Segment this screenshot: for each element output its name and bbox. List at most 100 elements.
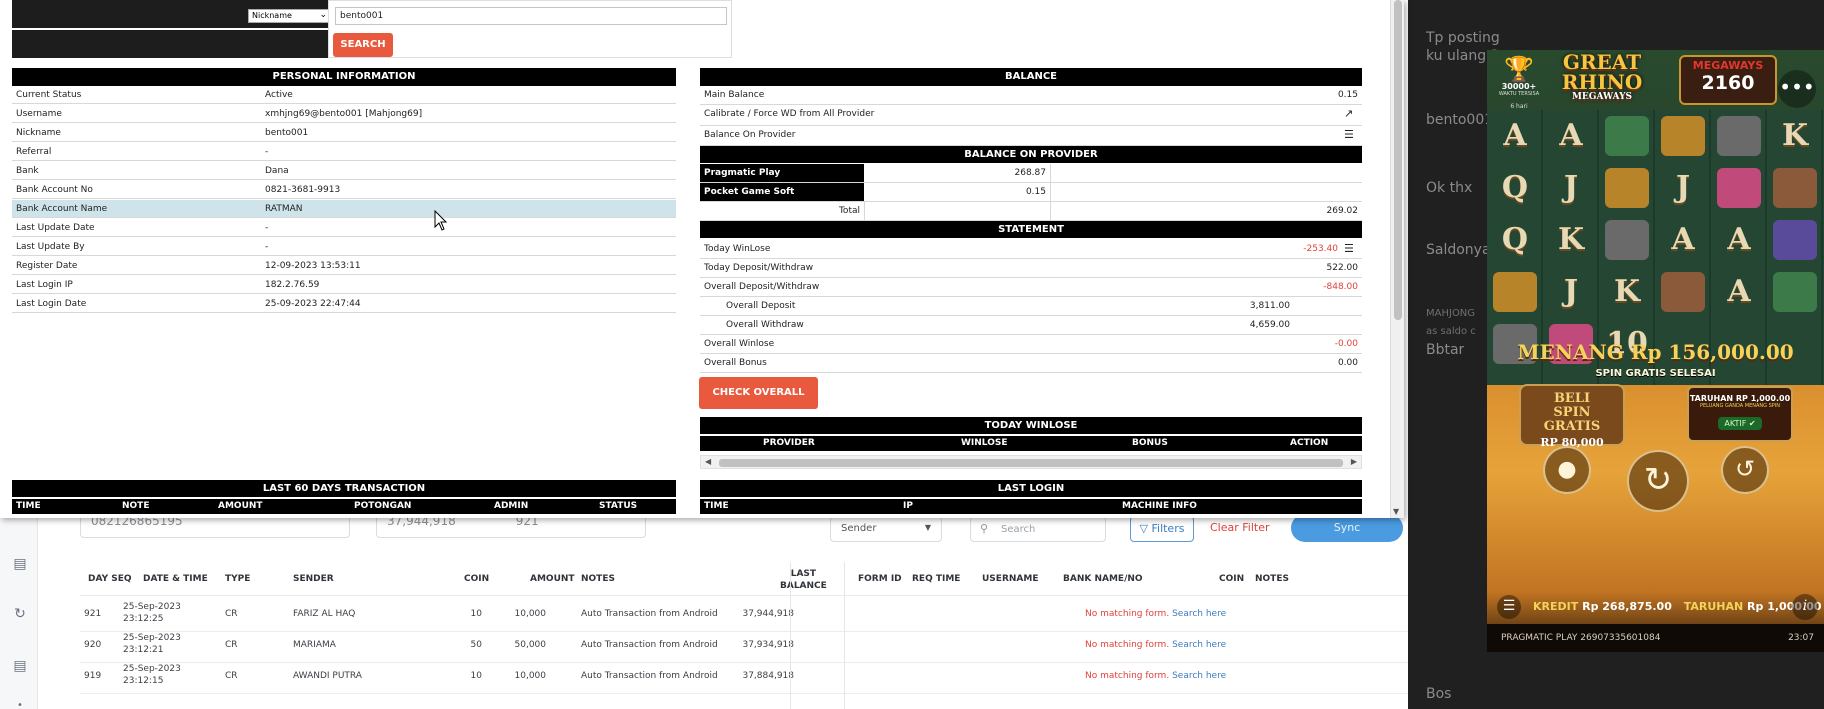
buy-free-spins-button[interactable]: BELI SPIN GRATIS RP 80,000 — [1519, 384, 1625, 449]
autoplay-icon[interactable]: ↺ — [1721, 446, 1769, 494]
search-button[interactable]: SEARCH — [333, 33, 393, 57]
field-label: Register Date — [16, 261, 78, 271]
type-cell: CR — [225, 640, 238, 650]
last-login-columns: TIME IP MACHINE INFO — [700, 499, 1362, 514]
scroll-left-arrow-icon[interactable]: ◀ — [705, 457, 711, 466]
statement-value: 522.00 — [1326, 263, 1359, 273]
field-value: 25-09-2023 22:47:44 — [265, 299, 361, 309]
credit-label: KREDIT — [1533, 600, 1579, 613]
tournament-badge[interactable]: 🏆 30000+ WAKTU TERSISA 6 hari — [1495, 56, 1543, 116]
personal-info-row: Bank Account Name RATMAN — [12, 200, 676, 218]
ante-bet-toggle-label: AKTIF — [1724, 419, 1747, 428]
reel-symbol: A — [1727, 274, 1751, 309]
date-part: 25-Sep-2023 — [123, 633, 181, 643]
chat-message[interactable]: MAHJONG — [1426, 308, 1475, 319]
chat-message[interactable]: Bos — [1426, 686, 1451, 702]
search-here-link[interactable]: Search here — [1172, 671, 1226, 681]
tournament-value: 30000+ — [1501, 82, 1537, 91]
date-time-cell: 25-Sep-2023 23:12:15 — [123, 663, 181, 687]
scroll-down-arrow-icon[interactable]: ▼ — [1393, 507, 1399, 516]
reel-symbol: Q — [1501, 222, 1529, 257]
col-amount: AMOUNT — [218, 501, 263, 511]
win-amount: MENANG Rp 156,000.00 — [1517, 340, 1794, 364]
search-here-link[interactable]: Search here — [1172, 609, 1226, 619]
col-potongan: POTONGAN — [354, 501, 412, 511]
info-icon[interactable]: i — [1792, 594, 1818, 620]
megaways-label: MEGAWAYS — [1692, 59, 1764, 72]
col-machine-info: MACHINE INFO — [1122, 501, 1197, 511]
search-here-link[interactable]: Search here — [1172, 640, 1226, 650]
popup-scrollbar[interactable]: ▼ — [1390, 0, 1404, 518]
last-60-days-header: LAST 60 DAYS TRANSACTION — [12, 480, 676, 497]
search-filter-panel: Nickname ⌄ — [12, 0, 332, 58]
scroll-right-arrow-icon[interactable]: ▶ — [1351, 457, 1357, 466]
personal-info-row: Last Login IP 182.2.76.59 — [12, 276, 676, 294]
column-divider — [790, 562, 791, 709]
col-note: NOTE — [122, 501, 150, 511]
statement-value: -253.40 — [1303, 244, 1338, 254]
filters-button[interactable]: ▽ Filters — [1130, 516, 1194, 542]
bet-coins-icon[interactable]: ● — [1543, 446, 1591, 494]
history-icon[interactable]: ↻ — [12, 606, 28, 622]
no-matching-text: No matching form. — [1085, 640, 1170, 650]
chat-message[interactable]: Bbtar — [1426, 342, 1464, 358]
more-icon[interactable]: • — [12, 698, 28, 709]
buy-line-1: BELI — [1553, 391, 1591, 406]
chat-message[interactable]: as saldo c — [1426, 326, 1476, 337]
calibrate-row: Calibrate / Force WD from All Provider ↗ — [700, 105, 1362, 126]
report-icon[interactable]: ▤ — [12, 556, 28, 572]
search-input[interactable]: ⚲ Search — [970, 516, 1106, 542]
last-login-header: LAST LOGIN — [700, 480, 1362, 497]
search-icon: ⚲ — [980, 522, 989, 535]
chat-message[interactable]: Ok thx — [1426, 180, 1472, 196]
ante-bet-toggle[interactable]: AKTIF ✔ — [1718, 417, 1762, 430]
check-overall-button[interactable]: CHECK OVERALL — [699, 377, 818, 409]
col-admin: ADMIN — [494, 501, 529, 511]
list-icon[interactable]: ☰ — [1344, 129, 1358, 141]
nickname-search-input[interactable]: bento001 — [335, 7, 727, 25]
sender-filter-select[interactable]: Sender ▼ — [830, 516, 942, 542]
sync-button[interactable]: Sync — [1291, 514, 1403, 542]
slot-game-window[interactable]: A A K Q J J Q K A A J K A 10 🏆 30000+ WAKTU TERSISA 6… — [1487, 50, 1824, 652]
reel-symbol: A — [1559, 118, 1583, 153]
credit-bet-bar: KREDIT Rp 268,875.00 TARUHAN Rp 1,000.00 — [1533, 600, 1824, 613]
statement-label: Overall Bonus — [704, 358, 767, 368]
notes-cell: Auto Transaction from Android — [581, 640, 718, 650]
provider-balance: 0.15 — [1025, 187, 1046, 197]
day-seq-cell: 920 — [84, 640, 102, 650]
statement-label: Overall Deposit — [726, 301, 796, 311]
personal-info-row: Nickname bento001 — [12, 124, 676, 142]
list-icon[interactable]: ☰ — [1344, 243, 1358, 255]
statement-row: Today Deposit/Withdraw 522.00 — [700, 259, 1362, 278]
field-label: Last Update By — [16, 242, 85, 252]
field-label: Nickname — [16, 128, 61, 138]
col-login-time: TIME — [704, 501, 729, 511]
external-link-icon[interactable]: ↗ — [1344, 108, 1358, 120]
main-balance-value: 0.15 — [1337, 90, 1358, 100]
ante-bet-box[interactable]: TARUHAN RP 1,000.00 PELUANG GANDA MENANG… — [1687, 386, 1793, 442]
notes-cell: Auto Transaction from Android — [581, 671, 718, 681]
chat-message[interactable]: Tp posting — [1426, 30, 1500, 46]
clear-filter-link[interactable]: Clear Filter — [1210, 521, 1270, 534]
chat-message[interactable]: bento001 — [1426, 112, 1493, 128]
time-part: 23:12:15 — [123, 676, 164, 686]
field-value: RATMAN — [265, 204, 303, 214]
book-icon[interactable]: ▤ — [12, 658, 28, 674]
search-type-select[interactable]: Nickname ⌄ — [248, 9, 332, 23]
date-part: 25-Sep-2023 — [123, 602, 181, 612]
animal-symbol-icon — [1605, 116, 1649, 156]
statement-row: Overall Winlose -0.00 — [700, 335, 1362, 354]
type-cell: CR — [225, 609, 238, 619]
col-req-time: REQ TIME — [912, 574, 961, 584]
chevron-down-icon: ▼ — [924, 523, 931, 532]
cell-divider — [864, 202, 865, 220]
spin-icon[interactable]: ↻ — [1627, 450, 1689, 512]
last-60-days-columns: TIME NOTE AMOUNT POTONGAN ADMIN STATUS — [12, 499, 676, 514]
statement-label: Overall Withdraw — [726, 320, 804, 330]
amount-cell: 10,000 — [514, 609, 547, 619]
scrollbar-thumb[interactable] — [1394, 0, 1402, 320]
scrollbar-thumb[interactable] — [719, 459, 1343, 467]
horizontal-scrollbar[interactable]: ◀ ▶ — [700, 455, 1362, 469]
more-menu-icon[interactable]: ••• — [1778, 70, 1816, 108]
hamburger-menu-icon[interactable]: ☰ — [1497, 595, 1521, 619]
